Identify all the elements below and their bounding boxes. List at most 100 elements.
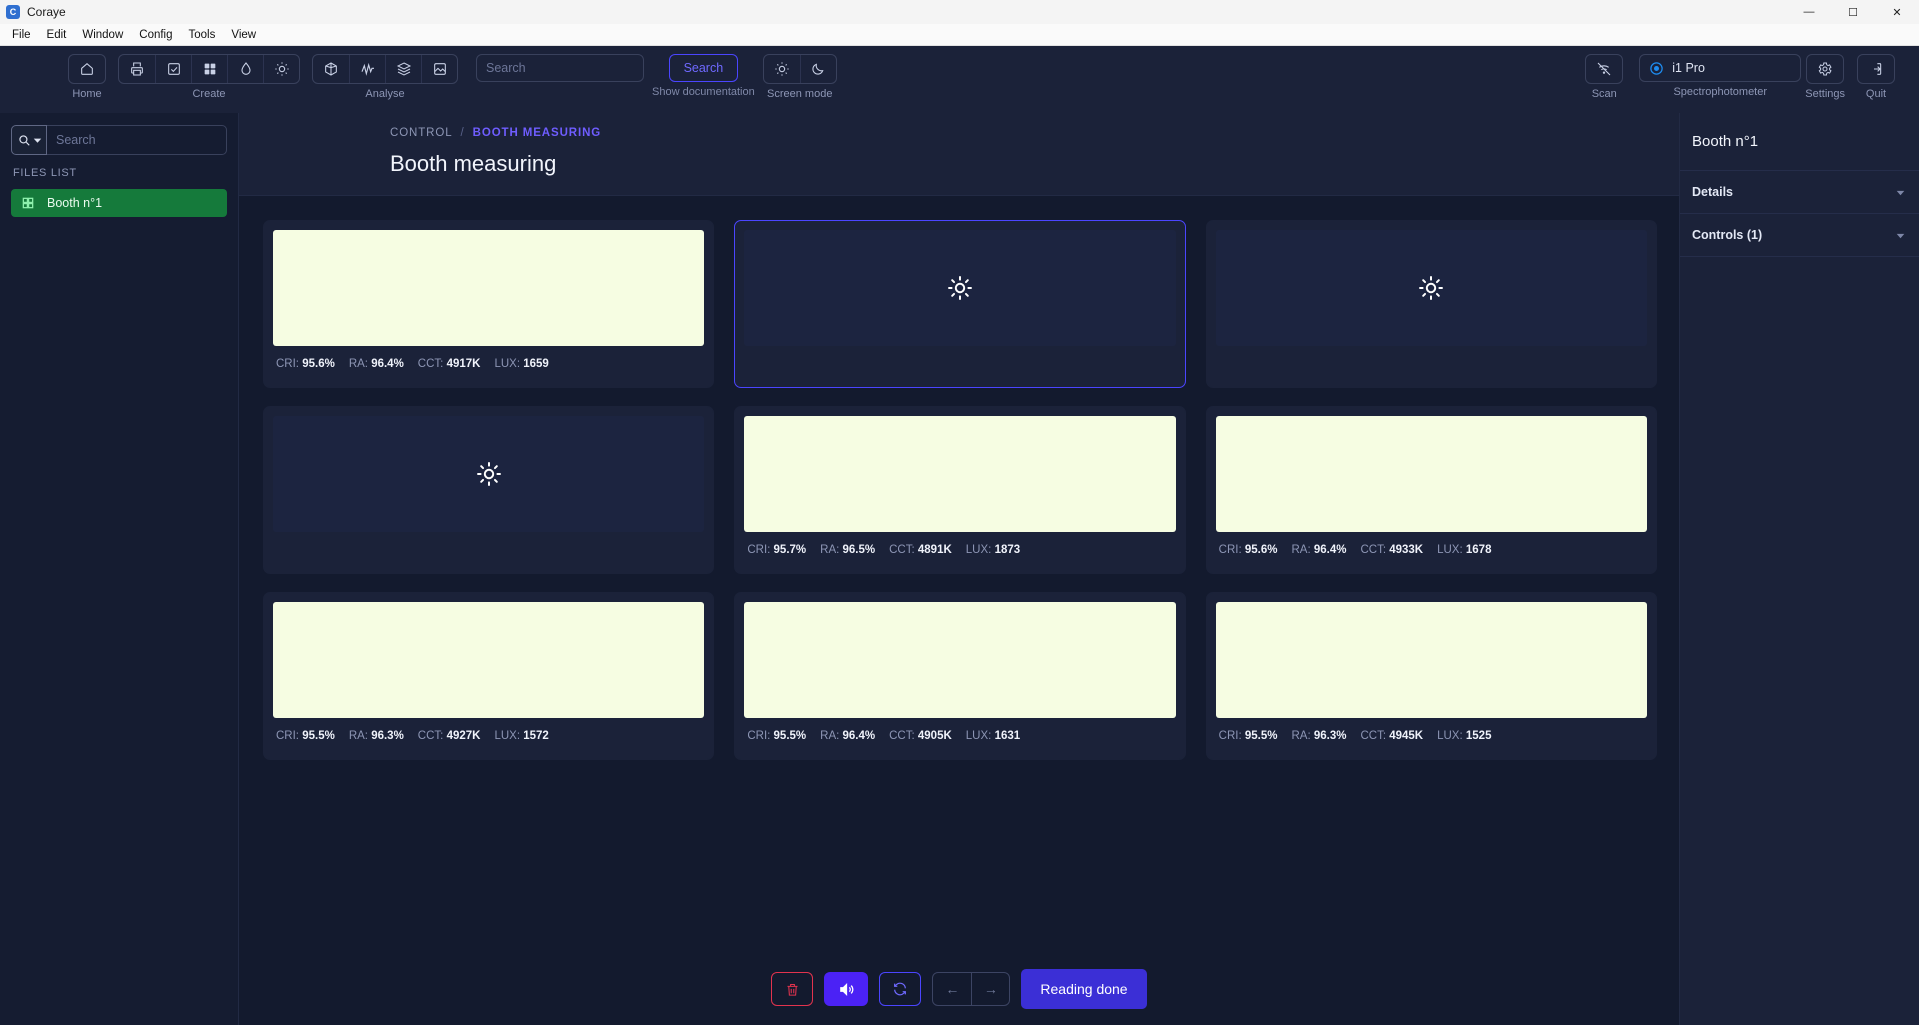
stat-value: 1631 <box>994 730 1021 742</box>
card-stats: CRI: 95.6% RA: 96.4% CCT: 4933K LUX: 1678 <box>1216 544 1647 556</box>
breadcrumb-control[interactable]: CONTROL <box>390 127 453 139</box>
card-stat-lux: LUX: 1631 <box>966 730 1020 742</box>
toolbar-group-home-label: Home <box>72 88 102 100</box>
stat-label: CCT: <box>417 358 444 370</box>
menu-item-edit[interactable]: Edit <box>39 26 75 44</box>
waveform-icon[interactable] <box>349 55 385 83</box>
stat-value: 4945K <box>1389 730 1424 742</box>
card-stat-lux: LUX: 1525 <box>1437 730 1491 742</box>
measurement-cards-area: CRI: 95.6% RA: 96.4% CCT: 4917K LUX: 1659 CR… <box>239 196 1679 760</box>
reading-done-button[interactable]: Reading done <box>1021 969 1147 1009</box>
spectrophotometer-select[interactable]: i1 Pro <box>1639 54 1802 82</box>
search-icon <box>17 133 31 147</box>
home-icon[interactable] <box>69 55 105 83</box>
card-stat-cct: CCT: 4927K <box>418 730 481 742</box>
sidebar-item-booth-n1[interactable]: Booth n°1 <box>11 189 227 217</box>
sun-icon[interactable] <box>764 55 800 83</box>
right-panel-title: Booth n°1 <box>1680 113 1919 171</box>
stat-label: CRI: <box>1218 730 1242 742</box>
stat-value: 4927K <box>446 730 481 742</box>
measurement-card[interactable]: CRI: 95.6% RA: 96.4% CCT: 4917K LUX: 1659 <box>263 220 715 388</box>
stat-value: 96.4% <box>1313 544 1347 556</box>
quit-label: Quit <box>1865 88 1887 100</box>
sidebar-item-label: Booth n°1 <box>47 196 103 210</box>
color-swatch <box>1215 602 1647 718</box>
stat-value: 1525 <box>1465 730 1492 742</box>
measurement-card[interactable] <box>734 220 1186 388</box>
print-icon[interactable] <box>119 55 155 83</box>
measurement-card[interactable]: CRI: 95.7% RA: 96.5% CCT: 4891K LUX: 1873 <box>734 406 1186 574</box>
stat-label: CRI: <box>1218 544 1242 556</box>
stat-label: CCT: <box>417 730 444 742</box>
layers-icon[interactable] <box>385 55 421 83</box>
sidebar: FILES LIST Booth n°1 <box>0 113 239 1025</box>
grid-icon[interactable] <box>191 55 227 83</box>
toolbar-right-cluster: Scan i1 Pro Spectrophotometer Settings Q… <box>1585 54 1907 100</box>
card-stat-cct: CCT: 4905K <box>889 730 952 742</box>
checkbox-icon[interactable] <box>155 55 191 83</box>
measurement-card[interactable]: CRI: 95.6% RA: 96.4% CCT: 4933K LUX: 1678 <box>1205 406 1657 574</box>
gear-icon[interactable] <box>1807 55 1843 83</box>
delete-button[interactable] <box>771 972 814 1006</box>
card-stats: CRI: 95.7% RA: 96.5% CCT: 4891K LUX: 1873 <box>744 544 1175 556</box>
sun-icon[interactable] <box>263 55 299 83</box>
app-body: FILES LIST Booth n°1 CONTROL / BOOTH MEA… <box>0 113 1919 1025</box>
stat-label: CCT: <box>1360 730 1387 742</box>
action-bar: ← → Reading done <box>239 969 1679 1009</box>
sidebar-search-input[interactable] <box>47 125 227 155</box>
card-stats: CRI: 95.6% RA: 96.4% CCT: 4917K LUX: 1659 <box>273 358 704 370</box>
right-panel-section-details[interactable]: Details <box>1680 171 1919 214</box>
exit-icon[interactable] <box>1858 55 1894 83</box>
card-stat-lux: LUX: 1873 <box>966 544 1020 556</box>
chevron-down-icon <box>1894 229 1907 242</box>
breadcrumb-booth-measuring[interactable]: BOOTH MEASURING <box>473 127 602 139</box>
card-stat-cri: CRI: 95.5% <box>276 730 335 742</box>
search-filter-button[interactable] <box>11 125 47 155</box>
stat-value: 96.3% <box>1313 730 1347 742</box>
stat-label: CRI: <box>276 358 299 370</box>
stat-value: 1659 <box>523 358 549 370</box>
cube-icon[interactable] <box>313 55 349 83</box>
sound-button[interactable] <box>824 972 869 1006</box>
close-icon[interactable]: ✕ <box>1875 0 1919 24</box>
image-icon[interactable] <box>421 55 457 83</box>
maximize-icon[interactable]: ☐ <box>1831 0 1875 24</box>
right-panel-section-controls[interactable]: Controls (1) <box>1680 214 1919 257</box>
stat-label: LUX: <box>494 358 521 370</box>
menu-item-file[interactable]: File <box>4 26 39 44</box>
search-button[interactable]: Search <box>668 54 739 82</box>
arrow-right-icon[interactable]: → <box>971 973 1009 1005</box>
wifi-off-icon[interactable] <box>1586 55 1622 83</box>
measurement-card[interactable] <box>1205 220 1657 388</box>
measurement-card[interactable]: CRI: 95.5% RA: 96.3% CCT: 4945K LUX: 1525 <box>1205 592 1657 760</box>
card-stat-ra: RA: 96.3% <box>349 730 404 742</box>
menu-item-tools[interactable]: Tools <box>181 26 224 44</box>
breadcrumb: CONTROL / BOOTH MEASURING <box>239 127 1679 139</box>
menu-item-config[interactable]: Config <box>131 26 180 44</box>
card-stat-cri: CRI: 95.5% <box>1219 730 1278 742</box>
stat-label: RA: <box>1291 730 1311 742</box>
search-input[interactable] <box>476 54 644 82</box>
card-stat-cri: CRI: 95.7% <box>747 544 806 556</box>
minimize-icon[interactable]: — <box>1787 0 1831 24</box>
toolbar-search-group <box>476 54 644 82</box>
card-stat-cct: CCT: 4933K <box>1360 544 1423 556</box>
stat-value: 95.6% <box>302 358 335 370</box>
measurement-card[interactable]: CRI: 95.5% RA: 96.4% CCT: 4905K LUX: 1631 <box>734 592 1186 760</box>
menu-item-window[interactable]: Window <box>74 26 131 44</box>
settings-label: Settings <box>1805 88 1845 100</box>
card-stat-ra: RA: 96.3% <box>1291 730 1346 742</box>
arrow-left-icon[interactable]: ← <box>933 973 971 1005</box>
stat-value: 1678 <box>1465 544 1492 556</box>
stat-label: LUX: <box>965 544 992 556</box>
menu-item-view[interactable]: View <box>223 26 264 44</box>
color-swatch <box>744 416 1176 532</box>
measurement-card[interactable] <box>263 406 715 574</box>
droplet-icon[interactable] <box>227 55 263 83</box>
moon-icon[interactable] <box>799 55 836 83</box>
toolbar-group-scan: Scan <box>1585 54 1624 100</box>
measurement-card[interactable]: CRI: 95.5% RA: 96.3% CCT: 4927K LUX: 1572 <box>263 592 715 760</box>
card-stat-lux: LUX: 1678 <box>1437 544 1491 556</box>
refresh-button[interactable] <box>879 972 922 1006</box>
stat-label: CRI: <box>747 544 771 556</box>
